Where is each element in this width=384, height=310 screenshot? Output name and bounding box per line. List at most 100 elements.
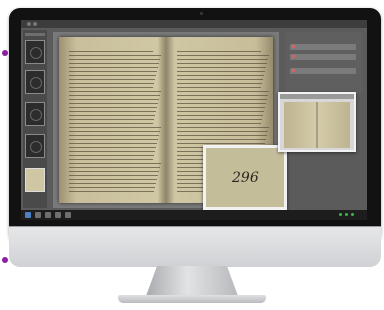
text-line	[177, 59, 268, 60]
text-line	[177, 75, 264, 76]
text-line	[69, 123, 153, 124]
text-line	[177, 135, 267, 136]
text-line	[177, 99, 267, 100]
text-line	[69, 115, 155, 116]
text-line	[177, 111, 264, 112]
preview-book-image	[284, 102, 350, 148]
text-line	[69, 163, 161, 164]
text-line	[177, 51, 261, 52]
status-dot-icon	[339, 213, 342, 216]
disc-icon	[30, 47, 42, 59]
panel-option-row[interactable]	[290, 68, 356, 74]
text-line	[69, 119, 154, 120]
purple-marker-top	[2, 50, 8, 56]
text-line	[177, 119, 262, 120]
text-line	[69, 95, 160, 96]
thumbnail-item[interactable]	[25, 40, 45, 64]
taskbar-app-icon[interactable]	[55, 212, 61, 218]
color-swatch-icon	[292, 69, 295, 72]
taskbar-app-icon[interactable]	[45, 212, 51, 218]
text-line	[177, 127, 269, 128]
detail-preview-window[interactable]	[278, 92, 356, 152]
text-line	[177, 87, 261, 88]
text-line	[69, 71, 157, 72]
text-line	[69, 67, 158, 68]
screen: 296	[21, 20, 367, 220]
text-line	[69, 79, 155, 80]
text-line	[69, 135, 159, 136]
text-line	[177, 67, 266, 68]
text-line	[69, 171, 159, 172]
text-line	[69, 111, 156, 112]
disc-icon	[30, 77, 42, 89]
document-viewer[interactable]: 296	[53, 32, 287, 210]
text-line	[69, 127, 161, 128]
text-line	[69, 87, 153, 88]
text-line	[177, 103, 266, 104]
text-line	[69, 83, 154, 84]
text-line	[177, 139, 266, 140]
text-line	[69, 75, 156, 76]
text-line	[69, 63, 159, 64]
text-line	[69, 175, 158, 176]
text-line	[69, 167, 160, 168]
page-number-closeup: 296	[232, 170, 259, 186]
taskbar-app-icon[interactable]	[65, 212, 71, 218]
text-line	[69, 59, 160, 60]
thumbnail-strip-header	[25, 33, 45, 36]
text-line	[177, 71, 265, 72]
monitor-chin	[9, 226, 381, 267]
text-line	[69, 103, 158, 104]
thumbnail-item[interactable]	[25, 102, 45, 126]
thumbnail-item[interactable]	[25, 134, 45, 158]
preview-titlebar	[280, 94, 354, 99]
text-line	[69, 55, 161, 56]
text-line	[69, 51, 153, 52]
window-control-icon[interactable]	[33, 22, 37, 26]
monitor-stand	[146, 266, 238, 296]
text-line	[69, 107, 157, 108]
text-line	[69, 159, 153, 160]
text-line	[177, 83, 262, 84]
window-control-icon[interactable]	[27, 22, 31, 26]
text-line	[177, 91, 269, 92]
text-line	[69, 183, 156, 184]
camera-icon	[200, 12, 203, 15]
text-line	[177, 79, 263, 80]
text-line	[69, 131, 160, 132]
text-line	[69, 91, 161, 92]
disc-icon	[30, 109, 42, 121]
color-swatch-icon	[292, 45, 295, 48]
panel-option-row[interactable]	[290, 44, 356, 50]
status-dot-icon	[351, 213, 354, 216]
text-line	[69, 99, 159, 100]
text-line	[177, 115, 263, 116]
panel-option-row[interactable]	[290, 54, 356, 60]
text-line	[177, 123, 261, 124]
monitor-stand-base	[118, 295, 266, 303]
thumbnail-item-selected[interactable]	[25, 168, 45, 192]
text-line	[69, 147, 156, 148]
text-line	[177, 131, 268, 132]
text-line	[69, 151, 155, 152]
text-line	[177, 95, 268, 96]
text-line	[69, 143, 157, 144]
text-line	[177, 107, 265, 108]
taskbar	[21, 210, 367, 220]
taskbar-app-icon[interactable]	[35, 212, 41, 218]
text-line	[69, 187, 155, 188]
text-line	[69, 139, 158, 140]
zoom-inset[interactable]: 296	[203, 145, 287, 210]
text-line	[69, 155, 154, 156]
status-dot-icon	[345, 213, 348, 216]
thumbnail-strip	[23, 30, 47, 208]
text-line	[177, 55, 269, 56]
app-titlebar	[21, 20, 367, 28]
disc-icon	[30, 141, 42, 153]
start-icon[interactable]	[25, 212, 31, 218]
purple-marker-bottom	[2, 257, 8, 263]
properties-panel	[285, 32, 363, 94]
color-swatch-icon	[292, 55, 295, 58]
text-line	[69, 179, 157, 180]
thumbnail-item[interactable]	[25, 70, 45, 94]
